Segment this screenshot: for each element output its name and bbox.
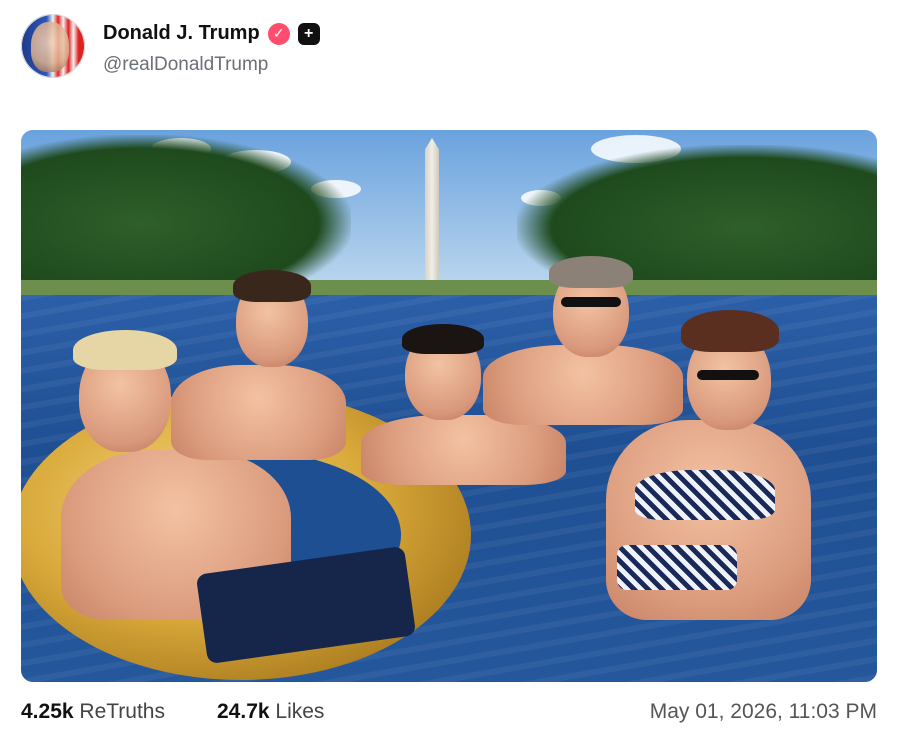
person-right-hair [681, 310, 779, 352]
likes-label[interactable]: Likes [275, 700, 324, 723]
post-timestamp[interactable]: May 01, 2026, 11:03 PM [650, 700, 877, 724]
author-handle[interactable]: @realDonaldTrump [103, 54, 268, 76]
author-name-row[interactable]: Donald J. Trump ✓ + [103, 22, 320, 45]
sunglasses [561, 297, 621, 307]
post-header: Donald J. Trump ✓ + @realDonaldTrump [21, 14, 881, 78]
person-back-right-hair [549, 256, 633, 288]
person-back-left-hair [233, 270, 311, 302]
post-footer: 4.25k ReTruths 24.7k Likes May 01, 2026,… [21, 700, 877, 730]
retruths-count[interactable]: 4.25k [21, 700, 74, 723]
avatar-face [31, 22, 69, 72]
verified-check-icon: ✓ [267, 22, 290, 45]
bikini-bottom [617, 545, 737, 590]
person-right-torso [606, 420, 811, 620]
person-center-hair [402, 324, 484, 354]
person-center-torso [361, 415, 566, 485]
bikini-top [635, 470, 775, 520]
likes-count[interactable]: 24.7k [217, 700, 270, 723]
likes-stat[interactable]: 24.7k Likes [217, 700, 324, 724]
author-name[interactable]: Donald J. Trump [103, 22, 260, 45]
person-back-right-torso [483, 345, 683, 425]
sunglasses [697, 370, 759, 380]
retruths-label[interactable]: ReTruths [79, 700, 165, 723]
person-back-left-torso [171, 365, 346, 460]
washington-monument [425, 138, 439, 280]
retruths-stat[interactable]: 4.25k ReTruths [21, 700, 165, 724]
trees-left [21, 135, 351, 295]
post-image[interactable] [21, 130, 877, 682]
avatar[interactable] [21, 14, 85, 78]
plus-badge-icon: + [297, 22, 320, 45]
person-left-hair [73, 330, 177, 370]
